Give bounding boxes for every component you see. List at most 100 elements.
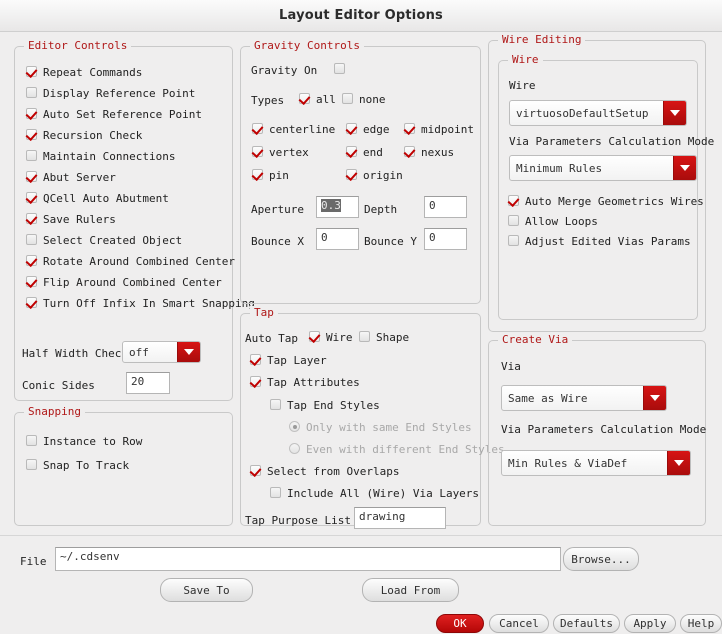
checkbox-icon[interactable] <box>26 192 37 203</box>
chevron-down-icon[interactable] <box>673 156 696 180</box>
checkbox-flip-around-combined-center[interactable]: Flip Around Combined Center <box>26 276 222 289</box>
checkbox-icon[interactable] <box>26 459 37 470</box>
checkbox-include-all-wire-via-layers[interactable]: Include All (Wire) Via Layers <box>270 487 479 500</box>
checkbox-abut-server[interactable]: Abut Server <box>26 171 116 184</box>
checkbox-select-created-object[interactable]: Select Created Object <box>26 234 182 247</box>
browse-button[interactable]: Browse... <box>563 547 639 571</box>
half-width-check-dropdown[interactable]: off <box>122 341 201 363</box>
checkbox-gravity-nexus[interactable]: nexus <box>404 146 454 159</box>
checkbox-icon[interactable] <box>309 331 320 342</box>
checkbox-icon[interactable] <box>508 235 519 246</box>
checkbox-gravity-on[interactable] <box>334 63 345 74</box>
checkbox-repeat-commands[interactable]: Repeat Commands <box>26 66 142 79</box>
checkbox-icon[interactable] <box>26 435 37 446</box>
checkbox-icon[interactable] <box>26 150 37 161</box>
chevron-down-icon[interactable] <box>177 342 200 362</box>
via-dropdown[interactable]: Same as Wire <box>501 385 667 411</box>
checkbox-snap-to-track[interactable]: Snap To Track <box>26 459 129 472</box>
save-to-button[interactable]: Save To <box>160 578 253 602</box>
aperture-input[interactable]: 0.3 <box>316 196 359 218</box>
checkbox-gravity-pin[interactable]: pin <box>252 169 289 182</box>
wire-via-params-dropdown[interactable]: Minimum Rules <box>509 155 697 181</box>
checkbox-icon[interactable] <box>252 123 263 134</box>
checkbox-gravity-edge[interactable]: edge <box>346 123 390 136</box>
checkbox-icon[interactable] <box>26 255 37 266</box>
checkbox-icon[interactable] <box>404 146 415 157</box>
checkbox-display-reference-point[interactable]: Display Reference Point <box>26 87 195 100</box>
checkbox-icon[interactable] <box>404 123 415 134</box>
checkbox-icon[interactable] <box>346 146 357 157</box>
save-to-button-label: Save To <box>183 583 230 597</box>
load-from-button[interactable]: Load From <box>362 578 459 602</box>
bounce-y-input[interactable]: 0 <box>424 228 467 250</box>
checkbox-qcell-auto-abutment[interactable]: QCell Auto Abutment <box>26 192 169 205</box>
checkbox-icon[interactable] <box>26 171 37 182</box>
chevron-down-icon[interactable] <box>667 451 690 475</box>
checkbox-icon[interactable] <box>508 195 519 206</box>
checkbox-icon[interactable] <box>346 169 357 180</box>
checkbox-gravity-centerline[interactable]: centerline <box>252 123 335 136</box>
checkbox-tap-layer[interactable]: Tap Layer <box>250 354 327 367</box>
conic-sides-input[interactable]: 20 <box>126 372 170 394</box>
checkbox-icon[interactable] <box>250 376 261 387</box>
checkbox-icon[interactable] <box>250 354 261 365</box>
file-path-input[interactable]: ~/.cdsenv <box>55 547 561 571</box>
help-button[interactable]: Help <box>680 614 722 633</box>
checkbox-save-rulers[interactable]: Save Rulers <box>26 213 116 226</box>
tap-purpose-list-input[interactable]: drawing <box>354 507 446 529</box>
chevron-down-icon[interactable] <box>643 386 666 410</box>
checkbox-icon[interactable] <box>26 87 37 98</box>
checkbox-icon[interactable] <box>270 399 281 410</box>
checkbox-icon[interactable] <box>26 276 37 287</box>
checkbox-icon[interactable] <box>299 93 310 104</box>
checkbox-types-none[interactable]: none <box>342 93 386 106</box>
checkbox-icon[interactable] <box>508 215 519 226</box>
checkbox-gravity-midpoint[interactable]: midpoint <box>404 123 474 136</box>
create-via-params-dropdown[interactable]: Min Rules & ViaDef <box>501 450 691 476</box>
checkbox-icon[interactable] <box>26 66 37 77</box>
checkbox-icon[interactable] <box>346 123 357 134</box>
checkbox-instance-to-row[interactable]: Instance to Row <box>26 435 142 448</box>
checkbox-recursion-check[interactable]: Recursion Check <box>26 129 142 142</box>
checkbox-types-all[interactable]: all <box>299 93 336 106</box>
checkbox-icon[interactable] <box>250 465 261 476</box>
checkbox-maintain-connections[interactable]: Maintain Connections <box>26 150 175 163</box>
checkbox-icon[interactable] <box>252 169 263 180</box>
checkbox-gravity-vertex[interactable]: vertex <box>252 146 309 159</box>
checkbox-icon[interactable] <box>26 129 37 140</box>
aperture-value: 0.3 <box>321 199 341 212</box>
checkbox-tap-end-styles[interactable]: Tap End Styles <box>270 399 380 412</box>
checkbox-gravity-end[interactable]: end <box>346 146 383 159</box>
checkbox-icon[interactable] <box>26 234 37 245</box>
checkbox-icon[interactable] <box>359 331 370 342</box>
checkbox-tap-attributes[interactable]: Tap Attributes <box>250 376 360 389</box>
aperture-label: Aperture <box>251 203 304 216</box>
checkbox-select-from-overlaps[interactable]: Select from Overlaps <box>250 465 399 478</box>
bounce-x-input[interactable]: 0 <box>316 228 359 250</box>
checkbox-auto-tap-wire[interactable]: Wire <box>309 331 353 344</box>
checkbox-auto-tap-shape[interactable]: Shape <box>359 331 409 344</box>
checkbox-gravity-origin[interactable]: origin <box>346 169 403 182</box>
checkbox-icon[interactable] <box>342 93 353 104</box>
apply-button[interactable]: Apply <box>624 614 676 633</box>
ok-button[interactable]: OK <box>436 614 484 633</box>
wire-dropdown[interactable]: virtuosoDefaultSetup <box>509 100 687 126</box>
checkbox-auto-merge-geometrics-wires[interactable]: Auto Merge Geometrics Wires <box>508 195 704 208</box>
checkbox-icon[interactable] <box>270 487 281 498</box>
checkbox-icon[interactable] <box>26 213 37 224</box>
chevron-down-icon[interactable] <box>663 101 686 125</box>
checkbox-turn-off-infix-in-smart-snapping[interactable]: Turn Off Infix In Smart Snapping <box>26 297 255 310</box>
gravity-controls-group: Gravity Controls Gravity On Types all no… <box>240 39 481 304</box>
tap-group: Tap Auto Tap Wire Shape Tap Layer Tap At… <box>240 306 505 529</box>
radio-label: Even with different End Styles <box>306 443 505 456</box>
cancel-button[interactable]: Cancel <box>489 614 549 633</box>
depth-input[interactable]: 0 <box>424 196 467 218</box>
checkbox-icon[interactable] <box>26 297 37 308</box>
checkbox-allow-loops[interactable]: Allow Loops <box>508 215 598 228</box>
checkbox-icon[interactable] <box>252 146 263 157</box>
checkbox-adjust-edited-vias-params[interactable]: Adjust Edited Vias Params <box>508 235 691 248</box>
checkbox-icon[interactable] <box>26 108 37 119</box>
checkbox-auto-set-reference-point[interactable]: Auto Set Reference Point <box>26 108 202 121</box>
checkbox-rotate-around-combined-center[interactable]: Rotate Around Combined Center <box>26 255 235 268</box>
defaults-button[interactable]: Defaults <box>553 614 620 633</box>
